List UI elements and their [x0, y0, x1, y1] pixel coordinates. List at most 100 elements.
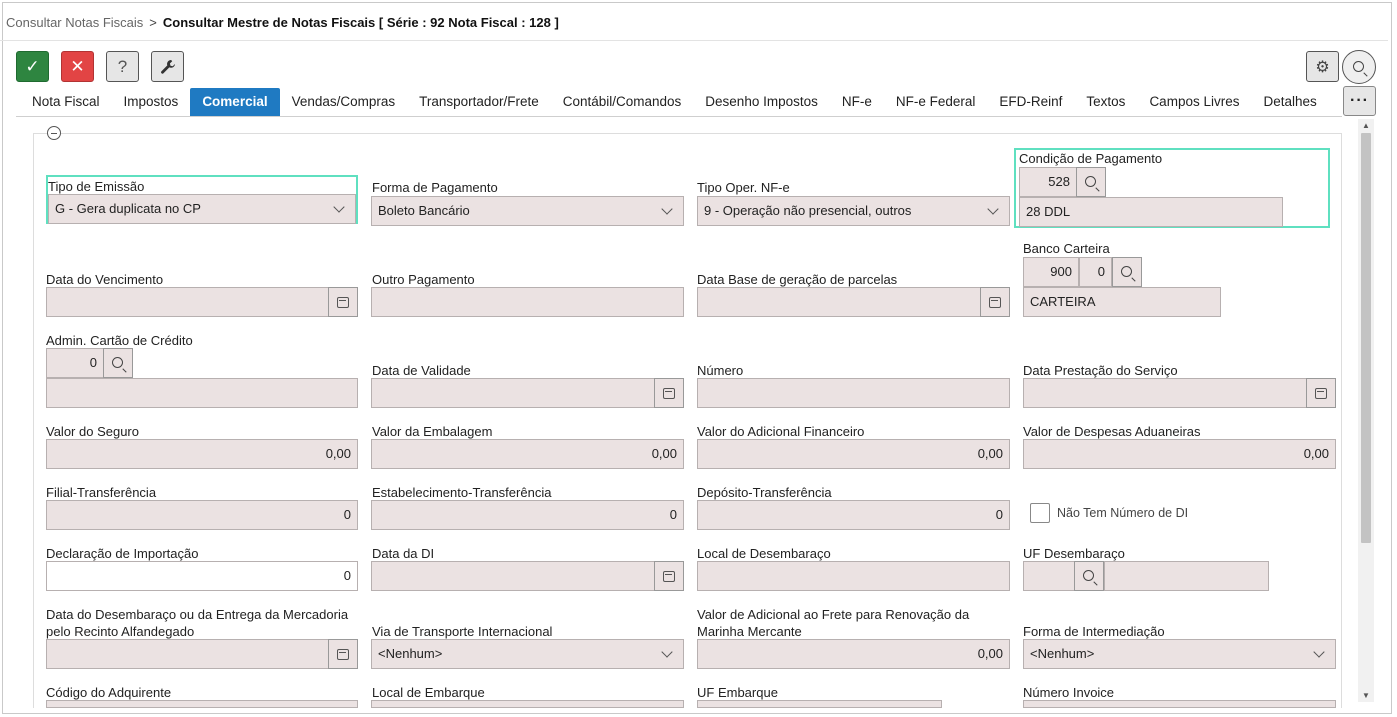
admin-cartao-lookup-button[interactable]	[103, 348, 133, 378]
tab-textos[interactable]: Textos	[1074, 88, 1137, 116]
numero-invoice-input[interactable]	[1023, 700, 1336, 708]
calendar-icon	[337, 648, 349, 660]
chevron-down-icon	[1313, 646, 1325, 658]
tools-button[interactable]	[151, 51, 184, 82]
local-desembaraco-label: Local de Desembaraço	[697, 546, 831, 561]
local-embarque-label: Local de Embarque	[372, 685, 485, 700]
numero-input[interactable]	[697, 378, 1010, 408]
search-icon	[1352, 60, 1364, 72]
settings-button[interactable]: ⚙	[1306, 51, 1339, 82]
calendar-icon	[1315, 387, 1327, 399]
tipo-oper-nfe-select[interactable]: 9 - Operação não presencial, outros	[697, 196, 1010, 226]
banco-carteira-lookup-button[interactable]	[1112, 257, 1142, 287]
data-prestacao-label: Data Prestação do Serviço	[1023, 363, 1178, 378]
declaracao-importacao-label: Declaração de Importação	[46, 546, 199, 561]
estabelecimento-transferencia-input[interactable]: 0	[371, 500, 684, 530]
valor-frete-marinha-input[interactable]: 0,00	[697, 639, 1010, 669]
uf-desembaraco-lookup-button[interactable]	[1074, 561, 1104, 591]
tab-comercial[interactable]: Comercial	[190, 88, 280, 116]
tab-impostos[interactable]: Impostos	[112, 88, 191, 116]
valor-seguro-input[interactable]: 0,00	[46, 439, 358, 469]
tab-campos-livres[interactable]: Campos Livres	[1137, 88, 1251, 116]
global-search-button[interactable]	[1342, 50, 1376, 84]
forma-intermediacao-select[interactable]: <Nenhum>	[1023, 639, 1336, 669]
valor-adicional-financeiro-input[interactable]: 0,00	[697, 439, 1010, 469]
deposito-transferencia-label: Depósito-Transferência	[697, 485, 832, 500]
data-base-parcelas-calendar-button[interactable]	[980, 287, 1010, 317]
declaracao-importacao-input[interactable]: 0	[46, 561, 358, 591]
via-transporte-select[interactable]: <Nenhum>	[371, 639, 684, 669]
uf-embarque-input[interactable]	[697, 700, 942, 708]
breadcrumb-parent[interactable]: Consultar Notas Fiscais	[6, 15, 143, 30]
admin-cartao-code-input[interactable]: 0	[46, 348, 104, 378]
codigo-adquirente-input[interactable]	[46, 700, 358, 708]
tab-divider	[16, 116, 1342, 117]
search-icon	[1084, 175, 1096, 187]
tab-desenho-impostos[interactable]: Desenho Impostos	[693, 88, 830, 116]
breadcrumb-separator: >	[149, 15, 157, 30]
valor-embalagem-input[interactable]: 0,00	[371, 439, 684, 469]
tipo-emissao-select[interactable]: G - Gera duplicata no CP	[48, 194, 356, 224]
scroll-down-icon[interactable]: ▼	[1362, 691, 1370, 700]
forma-pagamento-select[interactable]: Boleto Bancário	[371, 196, 684, 226]
filial-transferencia-input[interactable]: 0	[46, 500, 358, 530]
tab-transportador-frete[interactable]: Transportador/Frete	[407, 88, 551, 116]
data-vencimento-label: Data do Vencimento	[46, 272, 164, 287]
cancel-button[interactable]: ✕	[61, 51, 94, 82]
condicao-pagamento-code-input[interactable]: 528	[1019, 167, 1077, 197]
calendar-icon	[337, 296, 349, 308]
data-vencimento-calendar-button[interactable]	[328, 287, 358, 317]
data-di-label: Data da DI	[372, 546, 435, 561]
outro-pagamento-label: Outro Pagamento	[372, 272, 475, 287]
data-validade-input[interactable]	[371, 378, 655, 408]
data-di-calendar-button[interactable]	[654, 561, 684, 591]
deposito-transferencia-input[interactable]: 0	[697, 500, 1010, 530]
help-button[interactable]: ?	[106, 51, 139, 82]
tab-contabil-comandos[interactable]: Contábil/Comandos	[551, 88, 694, 116]
data-validade-calendar-button[interactable]	[654, 378, 684, 408]
tab-vendas-compras[interactable]: Vendas/Compras	[280, 88, 408, 116]
tab-nf-e-federal[interactable]: NF-e Federal	[884, 88, 988, 116]
data-desembaraco-calendar-button[interactable]	[328, 639, 358, 669]
banco-carteira-bank-input[interactable]: 900	[1023, 257, 1079, 287]
valor-despesas-aduaneiras-input[interactable]: 0,00	[1023, 439, 1336, 469]
tab-detalhes[interactable]: Detalhes	[1251, 88, 1328, 116]
collapse-section-icon[interactable]	[47, 126, 61, 140]
tab-bar: Nota Fiscal Impostos Comercial Vendas/Compr…	[20, 88, 1329, 116]
estabelecimento-transferencia-label: Estabelecimento-Transferência	[372, 485, 552, 500]
chevron-down-icon	[987, 203, 999, 215]
data-prestacao-calendar-button[interactable]	[1306, 378, 1336, 408]
uf-desembaraco-code-input[interactable]	[1023, 561, 1075, 591]
calendar-icon	[663, 570, 675, 582]
data-di-input[interactable]	[371, 561, 655, 591]
valor-seguro-label: Valor do Seguro	[46, 424, 139, 439]
local-desembaraco-input[interactable]	[697, 561, 1010, 591]
tab-efd-reinf[interactable]: EFD-Reinf	[987, 88, 1074, 116]
nao-tem-numero-di-label: Não Tem Número de DI	[1057, 506, 1189, 520]
search-icon	[111, 356, 123, 368]
scrollbar-thumb[interactable]	[1361, 133, 1371, 543]
condicao-pagamento-lookup-button[interactable]	[1076, 167, 1106, 197]
tab-nota-fiscal[interactable]: Nota Fiscal	[20, 88, 112, 116]
calendar-icon	[989, 296, 1001, 308]
scroll-up-icon[interactable]: ▲	[1362, 121, 1370, 130]
uf-desembaraco-label: UF Desembaraço	[1023, 546, 1125, 561]
nao-tem-numero-di-checkbox[interactable]	[1030, 503, 1050, 523]
tipo-emissao-label: Tipo de Emissão	[48, 179, 145, 194]
vertical-scrollbar[interactable]: ▲ ▼	[1358, 119, 1374, 702]
more-tabs-button[interactable]: ···	[1343, 86, 1376, 116]
banco-carteira-wallet-input[interactable]: 0	[1079, 257, 1112, 287]
tab-nf-e[interactable]: NF-e	[830, 88, 884, 116]
forma-pagamento-label: Forma de Pagamento	[372, 180, 498, 195]
data-prestacao-input[interactable]	[1023, 378, 1307, 408]
chevron-down-icon	[661, 646, 673, 658]
confirm-button[interactable]: ✓	[16, 51, 49, 82]
page-title: Consultar Mestre de Notas Fiscais [ Séri…	[162, 15, 559, 30]
data-base-parcelas-input[interactable]	[697, 287, 981, 317]
chevron-down-icon	[333, 201, 345, 213]
banco-carteira-label: Banco Carteira	[1023, 241, 1110, 256]
local-embarque-input[interactable]	[371, 700, 684, 708]
data-vencimento-input[interactable]	[46, 287, 329, 317]
data-desembaraco-input[interactable]	[46, 639, 329, 669]
outro-pagamento-input[interactable]	[371, 287, 684, 317]
